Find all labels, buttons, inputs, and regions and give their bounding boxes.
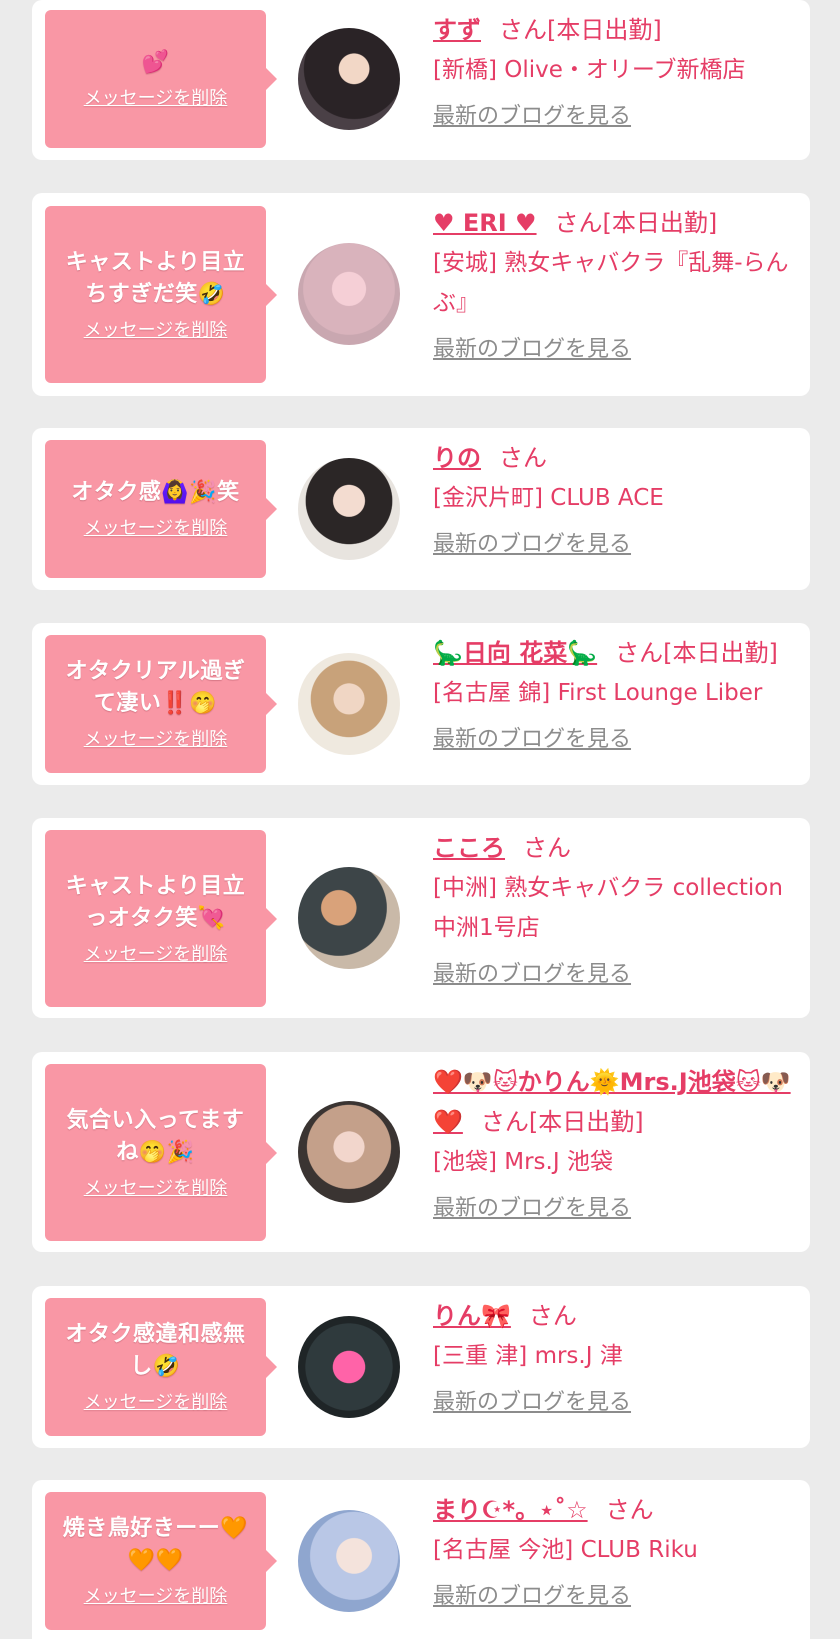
- message-text: キャストより目立 っオタク笑💘: [65, 873, 246, 931]
- shop-name: [三重 津] mrs.J 津: [433, 1343, 623, 1369]
- name-suffix: さん[本日出勤]: [480, 1108, 644, 1136]
- message-bubble: オタク感違和感無 し🤣 メッセージを削除: [45, 1298, 277, 1436]
- message-text: 💕: [141, 50, 170, 75]
- favorite-card: オタク感🙆‍♀️🎉笑 メッセージを削除 りの さん [金沢片町] CLUB ACE…: [32, 428, 810, 590]
- name-suffix: さん[本日出勤]: [615, 639, 778, 667]
- favorite-card: オタクリアル過ぎ て凄い‼️🤭 メッセージを削除 🦕日向 花菜🦕 さん[本日出勤]…: [32, 623, 810, 785]
- latest-blog-link[interactable]: 最新のブログを見る: [433, 528, 631, 562]
- avatar[interactable]: [298, 1101, 400, 1203]
- avatar[interactable]: [298, 243, 400, 345]
- delete-message-link[interactable]: メッセージを削除: [84, 728, 228, 752]
- cast-name-link[interactable]: すず: [433, 16, 481, 44]
- name-suffix: さん: [523, 834, 571, 862]
- cast-info: りん🎀 さん [三重 津] mrs.J 津 最新のブログを見る: [433, 1296, 796, 1420]
- cast-info: ❤️🐶🐱かりん🌞Mrs.J池袋🐱🐶❤️ さん[本日出勤] [池袋] Mrs.J 池…: [433, 1062, 796, 1226]
- latest-blog-link[interactable]: 最新のブログを見る: [433, 100, 631, 134]
- name-line: まり☪*。⋆˚☆ さん: [433, 1490, 796, 1530]
- avatar[interactable]: [298, 1316, 400, 1418]
- favorite-card: 気合い入ってます ね🤭🎉 メッセージを削除 ❤️🐶🐱かりん🌞Mrs.J池袋🐱🐶❤…: [32, 1052, 810, 1252]
- avatar[interactable]: [298, 458, 400, 560]
- favorite-card: 焼き鳥好きーー🧡 🧡🧡 メッセージを削除 まり☪*。⋆˚☆ さん [名古屋 今池]…: [32, 1480, 810, 1639]
- favorite-card: 💕 メッセージを削除 すず さん[本日出勤] [新橋] Olive・オリーブ新橋店…: [32, 0, 810, 160]
- name-line: ❤️🐶🐱かりん🌞Mrs.J池袋🐱🐶❤️ さん[本日出勤]: [433, 1062, 796, 1142]
- shop-name: [名古屋 錦] First Lounge Liber: [433, 680, 763, 706]
- name-suffix: さん[本日出勤]: [554, 209, 718, 237]
- name-line: りん🎀 さん: [433, 1296, 796, 1336]
- cast-name-link[interactable]: ♥ ERI ♥: [433, 209, 537, 237]
- shop-name: [名古屋 今池] CLUB Riku: [433, 1537, 698, 1563]
- delete-message-link[interactable]: メッセージを削除: [84, 1177, 228, 1201]
- message-bubble: オタクリアル過ぎ て凄い‼️🤭 メッセージを削除: [45, 635, 277, 773]
- cast-name-link[interactable]: 🦕日向 花菜🦕: [433, 639, 597, 667]
- latest-blog-link[interactable]: 最新のブログを見る: [433, 1580, 631, 1614]
- cast-info: すず さん[本日出勤] [新橋] Olive・オリーブ新橋店 最新のブログを見る: [433, 10, 796, 134]
- latest-blog-link[interactable]: 最新のブログを見る: [433, 1192, 631, 1226]
- message-text: 焼き鳥好きーー🧡 🧡🧡: [62, 1516, 249, 1573]
- cast-info: 🦕日向 花菜🦕 さん[本日出勤] [名古屋 錦] First Lounge Lib…: [433, 633, 796, 757]
- message-bubble: オタク感🙆‍♀️🎉笑 メッセージを削除: [45, 440, 277, 578]
- delete-message-link[interactable]: メッセージを削除: [84, 319, 228, 343]
- delete-message-link[interactable]: メッセージを削除: [84, 1391, 228, 1415]
- favorite-card: キャストより目立 ちすぎだ笑🤣 メッセージを削除 ♥ ERI ♥ さん[本日出勤]…: [32, 193, 810, 396]
- message-bubble: キャストより目立 っオタク笑💘 メッセージを削除: [45, 830, 277, 1007]
- message-bubble: 💕 メッセージを削除: [45, 10, 277, 148]
- cast-name-link[interactable]: りの: [433, 444, 481, 472]
- cast-info: ♥ ERI ♥ さん[本日出勤] [安城] 熟女キャバクラ『乱舞-らんぶ』 最新の…: [433, 203, 796, 367]
- message-bubble: 焼き鳥好きーー🧡 🧡🧡 メッセージを削除: [45, 1492, 277, 1630]
- delete-message-link[interactable]: メッセージを削除: [84, 517, 228, 541]
- shop-name: [中洲] 熟女キャバクラ collection 中洲1号店: [433, 875, 783, 941]
- name-line: 🦕日向 花菜🦕 さん[本日出勤]: [433, 633, 796, 673]
- delete-message-link[interactable]: メッセージを削除: [84, 87, 228, 111]
- name-suffix: さん: [499, 444, 547, 472]
- latest-blog-link[interactable]: 最新のブログを見る: [433, 723, 631, 757]
- message-text: 気合い入ってます ね🤭🎉: [66, 1107, 245, 1165]
- shop-name: [安城] 熟女キャバクラ『乱舞-らんぶ』: [433, 250, 789, 316]
- cast-name-link[interactable]: まり☪*。⋆˚☆: [433, 1496, 588, 1524]
- shop-name: [金沢片町] CLUB ACE: [433, 485, 664, 511]
- avatar[interactable]: [298, 653, 400, 755]
- avatar[interactable]: [298, 1510, 400, 1612]
- message-text: キャストより目立 ちすぎだ笑🤣: [65, 249, 246, 307]
- shop-name: [池袋] Mrs.J 池袋: [433, 1149, 613, 1175]
- favorite-card: オタク感違和感無 し🤣 メッセージを削除 りん🎀 さん [三重 津] mrs.J …: [32, 1286, 810, 1448]
- avatar[interactable]: [298, 867, 400, 969]
- latest-blog-link[interactable]: 最新のブログを見る: [433, 1386, 631, 1420]
- cast-info: りの さん [金沢片町] CLUB ACE 最新のブログを見る: [433, 438, 796, 562]
- latest-blog-link[interactable]: 最新のブログを見る: [433, 333, 631, 367]
- message-text: オタク感🙆‍♀️🎉笑: [71, 480, 240, 505]
- favorite-card: キャストより目立 っオタク笑💘 メッセージを削除 こころ さん [中洲] 熟女キャ…: [32, 818, 810, 1018]
- latest-blog-link[interactable]: 最新のブログを見る: [433, 958, 631, 992]
- name-line: りの さん: [433, 438, 796, 478]
- shop-name: [新橋] Olive・オリーブ新橋店: [433, 57, 746, 83]
- message-bubble: 気合い入ってます ね🤭🎉 メッセージを削除: [45, 1064, 277, 1241]
- cast-info: まり☪*。⋆˚☆ さん [名古屋 今池] CLUB Riku 最新のブログを見る: [433, 1490, 796, 1614]
- cast-name-link[interactable]: こころ: [433, 834, 505, 862]
- avatar[interactable]: [298, 28, 400, 130]
- message-text: オタクリアル過ぎ て凄い‼️🤭: [65, 659, 246, 716]
- cast-name-link[interactable]: りん🎀: [433, 1302, 511, 1330]
- delete-message-link[interactable]: メッセージを削除: [84, 943, 228, 967]
- name-line: ♥ ERI ♥ さん[本日出勤]: [433, 203, 796, 243]
- cast-info: こころ さん [中洲] 熟女キャバクラ collection 中洲1号店 最新のブ…: [433, 828, 796, 992]
- name-line: すず さん[本日出勤]: [433, 10, 796, 50]
- message-bubble: キャストより目立 ちすぎだ笑🤣 メッセージを削除: [45, 206, 277, 383]
- name-suffix: さん: [528, 1302, 577, 1330]
- message-text: オタク感違和感無 し🤣: [65, 1322, 246, 1379]
- delete-message-link[interactable]: メッセージを削除: [84, 1585, 228, 1609]
- name-line: こころ さん: [433, 828, 796, 868]
- name-suffix: さん[本日出勤]: [499, 16, 662, 44]
- name-suffix: さん: [605, 1496, 654, 1524]
